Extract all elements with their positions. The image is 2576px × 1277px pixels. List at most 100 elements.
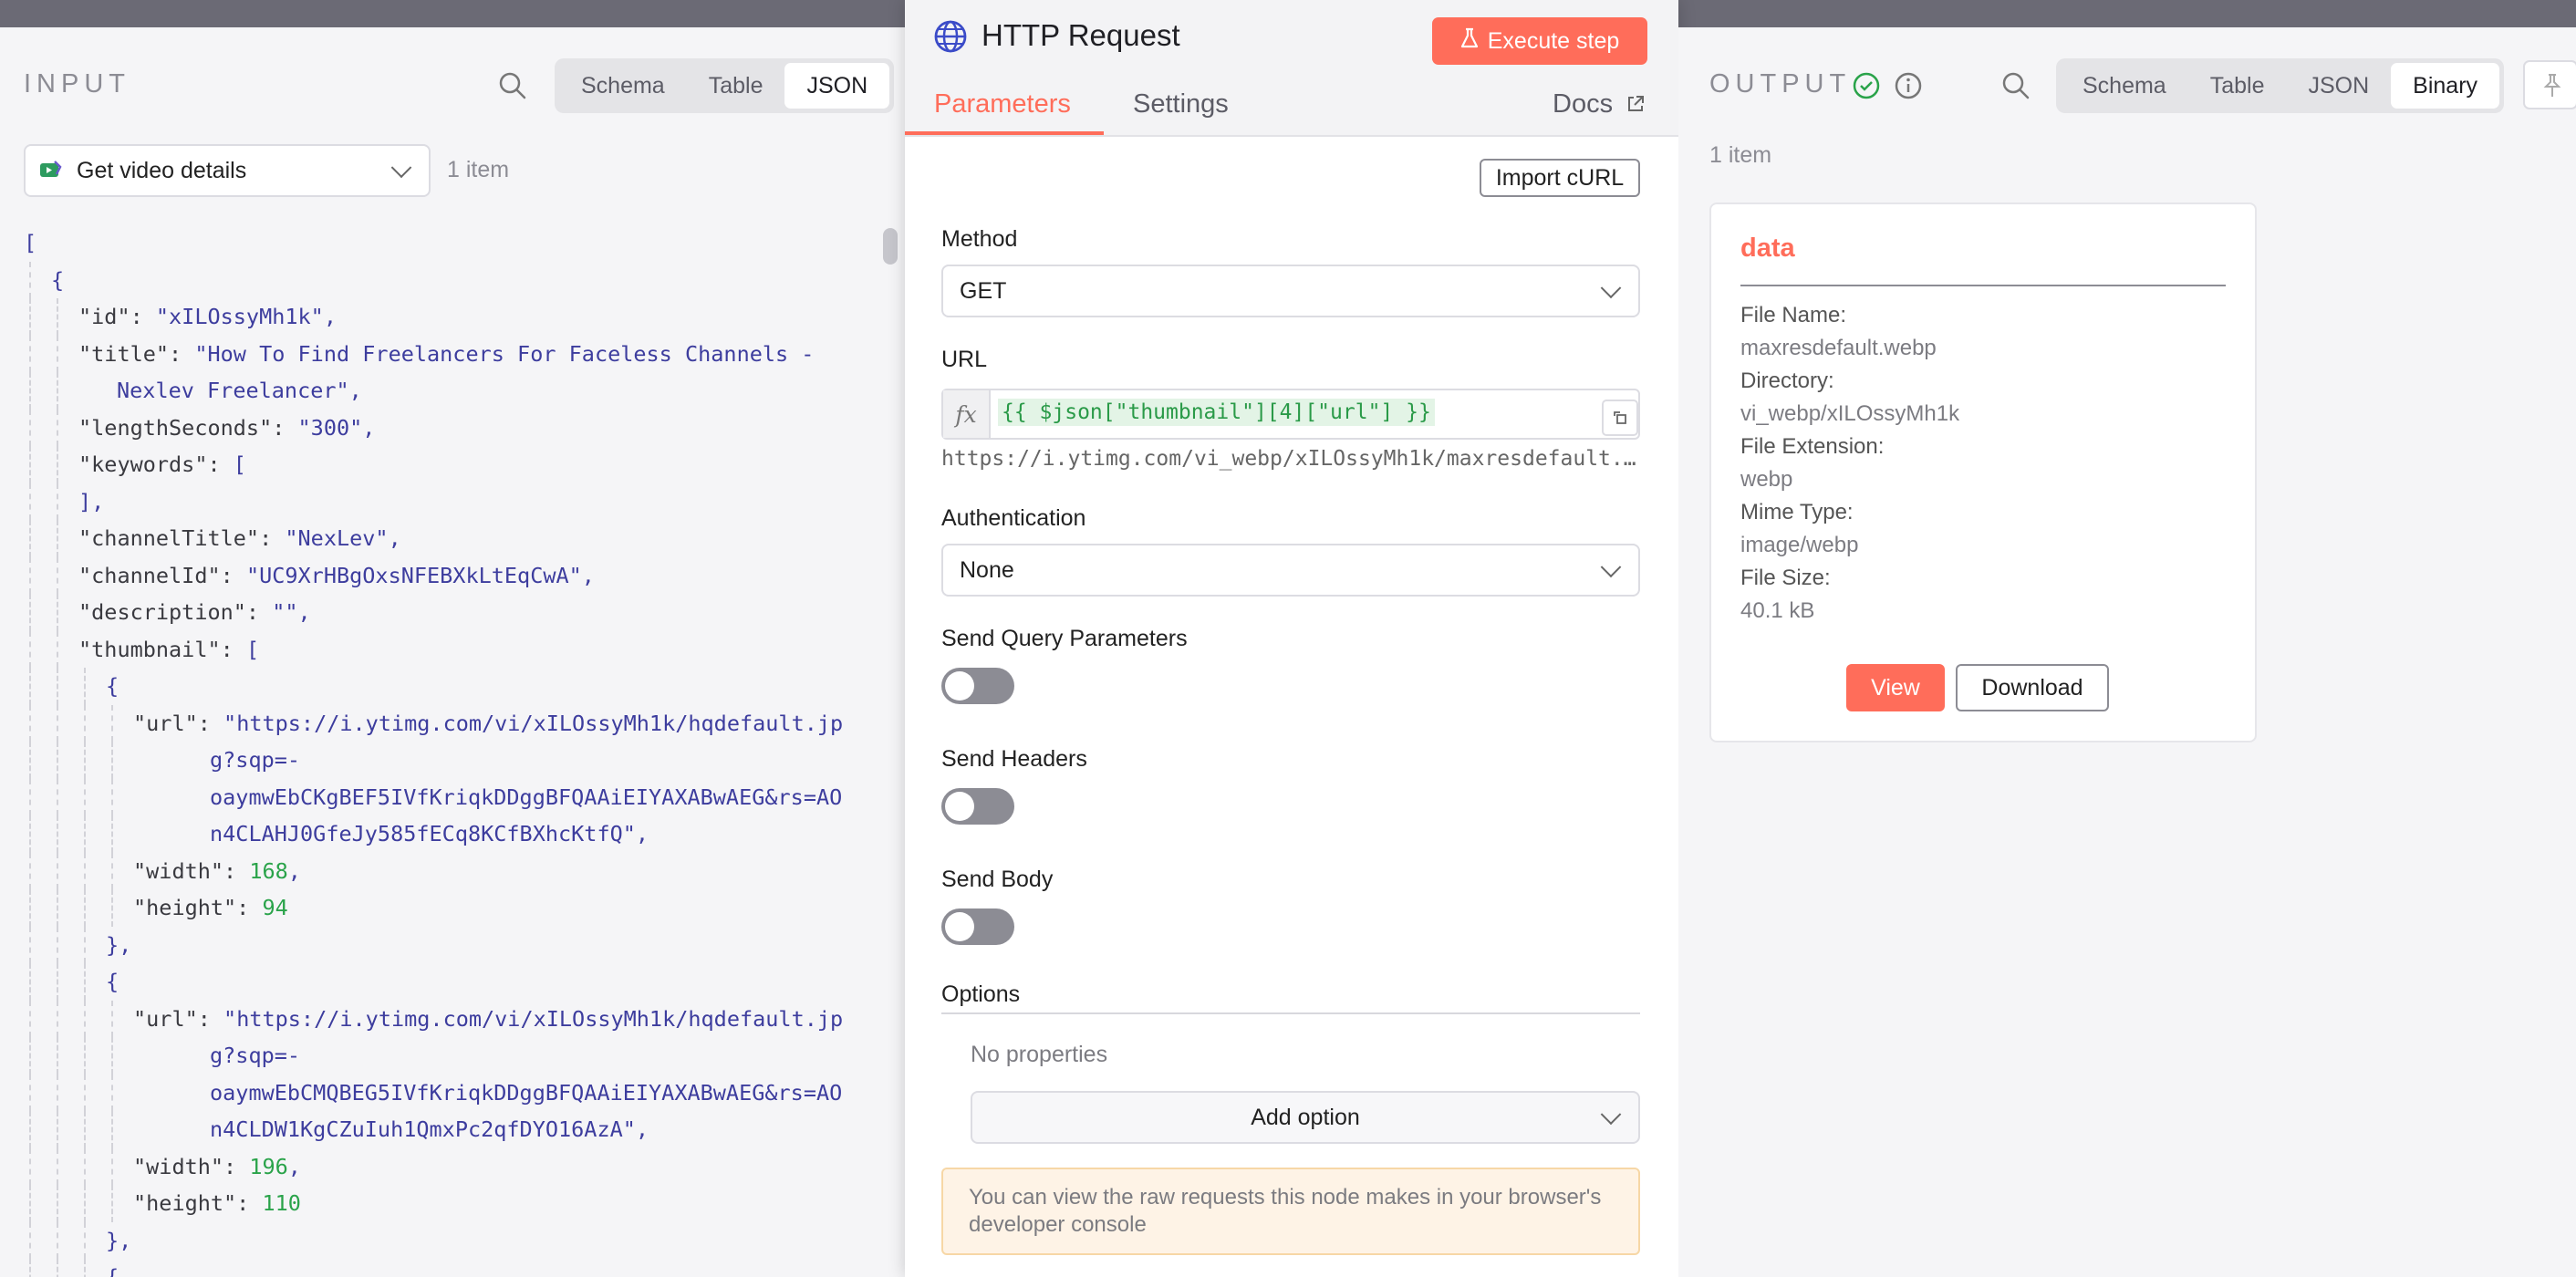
json-value: 94	[262, 895, 288, 920]
send-headers-label: Send Headers	[941, 746, 1087, 772]
docs-link[interactable]: Docs	[1553, 89, 1646, 121]
json-key: "lengthSeconds":	[78, 414, 298, 441]
mime-type-label: Mime Type:	[1740, 500, 1854, 524]
info-icon[interactable]	[1894, 71, 1923, 105]
url-resolved-preview: https://i.ytimg.com/vi_webp/xILOssyMh1k/…	[941, 447, 1644, 471]
mime-type-value: image/webp	[1740, 533, 1859, 557]
expand-editor-icon[interactable]	[1602, 400, 1638, 436]
external-link-icon	[1626, 91, 1646, 121]
authentication-value: None	[960, 556, 1014, 583]
indent-guide	[84, 704, 86, 742]
indent-guide	[57, 778, 58, 815]
json-line: oaymwEbCMQBEG5IVfKriqkDDggBFQAAiEIYAXABw…	[24, 1074, 881, 1111]
indent-guide	[57, 446, 58, 483]
execute-step-button[interactable]: Execute step	[1432, 17, 1647, 65]
input-item-count: 1 item	[447, 157, 510, 182]
send-query-toggle[interactable]	[941, 668, 1014, 704]
indent-guide	[57, 520, 58, 557]
chevron-down-icon	[1600, 277, 1622, 299]
file-size-value: 40.1 kB	[1740, 598, 1815, 623]
output-view-schema[interactable]: Schema	[2061, 63, 2188, 109]
output-title: OUTPUT	[1709, 69, 1852, 99]
directory-value: vi_webp/xILOssyMh1k	[1740, 401, 1960, 426]
file-extension-label: File Extension:	[1740, 434, 1885, 459]
json-punctuation: ,	[388, 525, 401, 551]
json-punctuation: {	[106, 969, 119, 994]
globe-icon	[932, 18, 969, 59]
indent-guide	[84, 668, 86, 705]
indent-guide	[29, 1074, 31, 1111]
json-scrollbar[interactable]	[883, 228, 898, 265]
indent-guide	[84, 963, 86, 1001]
json-value: "https://i.ytimg.com/vi/xILOssyMh1k/hqde…	[223, 710, 844, 736]
json-value: n4CLDW1KgCZuIuh1QmxPc2qfDYO16AzA"	[210, 1116, 636, 1142]
indent-guide	[29, 520, 31, 557]
json-punctuation: {	[106, 1264, 119, 1277]
indent-guide	[29, 1000, 31, 1037]
indent-guide	[84, 1147, 86, 1185]
indent-guide	[29, 815, 31, 853]
import-curl-button[interactable]: Import cURL	[1480, 159, 1640, 197]
indent-guide	[84, 1259, 86, 1277]
authentication-select[interactable]: None	[941, 544, 1640, 597]
output-view-json[interactable]: JSON	[2286, 63, 2391, 109]
url-expression-input[interactable]: fx {{ $json["thumbnail"][4]["url"] }}	[941, 389, 1640, 440]
json-punctuation: ,	[635, 821, 649, 846]
send-headers-toggle[interactable]	[941, 788, 1014, 825]
node-settings-panel: HTTP Request Execute step Parameters Set…	[905, 0, 1678, 1277]
view-button[interactable]: View	[1846, 664, 1945, 711]
json-line: g?sqp=-	[24, 1037, 881, 1075]
json-viewer[interactable]: [{"id": "xILOssyMh1k", "title": "How To F…	[24, 224, 881, 1277]
search-icon[interactable]	[494, 67, 531, 104]
tab-settings[interactable]: Settings	[1133, 89, 1229, 119]
json-line: g?sqp=-	[24, 742, 881, 779]
input-view-json[interactable]: JSON	[784, 63, 890, 109]
output-view-table[interactable]: Table	[2188, 63, 2287, 109]
node-header: HTTP Request Execute step Parameters Set…	[905, 0, 1678, 137]
json-line: },	[24, 926, 881, 963]
json-value: g?sqp=-	[210, 1043, 301, 1068]
output-panel: OUTPUT Schema Table JSON Binary 1 item d…	[1678, 27, 2576, 1277]
chevron-down-icon	[390, 157, 412, 179]
output-view-binary[interactable]: Binary	[2391, 63, 2500, 109]
indent-guide	[84, 1111, 86, 1148]
json-punctuation: [	[233, 452, 246, 477]
json-punctuation: ,	[635, 1116, 649, 1142]
indent-guide	[29, 556, 31, 594]
developer-console-notice: You can view the raw requests this node …	[941, 1168, 1640, 1255]
json-value: Nexlev Freelancer"	[117, 378, 349, 403]
indent-guide	[29, 630, 31, 668]
tab-parameters[interactable]: Parameters	[934, 89, 1071, 119]
indent-guide	[29, 594, 31, 631]
source-node-select[interactable]: Get video details	[24, 144, 431, 197]
indent-guide	[57, 963, 58, 1001]
method-select[interactable]: GET	[941, 265, 1640, 317]
json-value: "UC9XrHBgOxsNFEBXkLtEqCwA"	[245, 562, 582, 588]
indent-guide	[29, 446, 31, 483]
add-option-button[interactable]: Add option	[971, 1091, 1640, 1144]
file-name-label: File Name:	[1740, 303, 1847, 327]
indent-guide	[29, 372, 31, 410]
indent-guide	[84, 815, 86, 853]
json-line: {	[24, 668, 881, 705]
input-view-schema[interactable]: Schema	[559, 63, 687, 109]
indent-guide	[57, 1221, 58, 1259]
pin-data-button[interactable]	[2523, 60, 2576, 109]
indent-guide	[84, 852, 86, 889]
json-value: "https://i.ytimg.com/vi/xILOssyMh1k/hqde…	[223, 1005, 844, 1032]
json-line: "id": "xILOssyMh1k",	[24, 298, 881, 336]
indent-guide	[29, 1037, 31, 1075]
indent-guide	[84, 742, 86, 779]
json-key: "width":	[133, 857, 250, 884]
json-value: g?sqp=-	[210, 747, 301, 773]
download-button[interactable]: Download	[1956, 664, 2109, 711]
indent-guide	[57, 704, 58, 742]
indent-guide	[29, 1259, 31, 1277]
indent-guide	[111, 778, 113, 815]
json-punctuation: {	[51, 266, 65, 293]
input-view-table[interactable]: Table	[687, 63, 785, 109]
url-label: URL	[941, 347, 988, 372]
json-line: {	[24, 963, 881, 1001]
send-body-toggle[interactable]	[941, 908, 1014, 945]
search-icon[interactable]	[1998, 67, 2034, 104]
